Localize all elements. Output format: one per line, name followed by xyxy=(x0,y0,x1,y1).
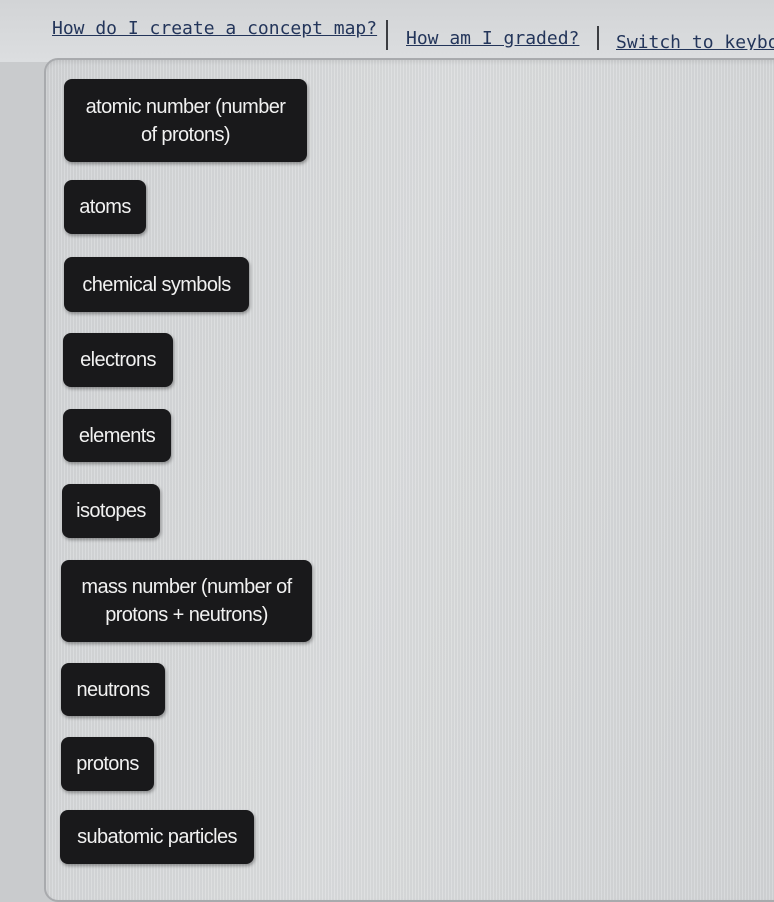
concept-tile-label: atoms xyxy=(79,196,131,218)
concept-tile-label: electrons xyxy=(80,349,156,371)
concept-tile-label: isotopes xyxy=(76,500,146,522)
concept-tile[interactable]: atomic number (number of protons) xyxy=(64,79,307,162)
concept-tile-label: subatomic particles xyxy=(77,826,237,848)
concept-tile-label: neutrons xyxy=(76,678,150,701)
help-links-bar: How do I create a concept map? How am I … xyxy=(0,0,774,62)
link-separator xyxy=(386,20,388,50)
concept-tile-label: atomic number (number of protons) xyxy=(85,95,286,146)
concept-tile[interactable]: electrons xyxy=(63,333,173,387)
concept-tile[interactable]: elements xyxy=(63,409,171,462)
concept-tile-label: chemical symbols xyxy=(82,273,231,296)
how-am-i-graded-link[interactable]: How am I graded? xyxy=(406,28,579,49)
concept-tile[interactable]: subatomic particles xyxy=(60,810,254,864)
concept-tile[interactable]: protons xyxy=(61,737,154,791)
concept-tile[interactable]: isotopes xyxy=(62,484,160,538)
concept-tile-label: elements xyxy=(78,424,156,447)
concept-tile[interactable]: chemical symbols xyxy=(64,257,249,312)
concept-tile[interactable]: atoms xyxy=(64,180,146,234)
concept-tile-label: mass number (number of protons + neutron… xyxy=(81,576,292,626)
create-concept-map-help-link[interactable]: How do I create a concept map? xyxy=(52,18,377,39)
help-links: How do I create a concept map? How am I … xyxy=(52,14,774,50)
link-separator xyxy=(597,26,599,50)
concept-tile[interactable]: mass number (number of protons + neutron… xyxy=(61,560,312,642)
concept-tile[interactable]: neutrons xyxy=(61,663,165,716)
concept-tile-label: protons xyxy=(76,753,139,775)
switch-to-keyboard-link[interactable]: Switch to keyboa xyxy=(616,32,774,50)
